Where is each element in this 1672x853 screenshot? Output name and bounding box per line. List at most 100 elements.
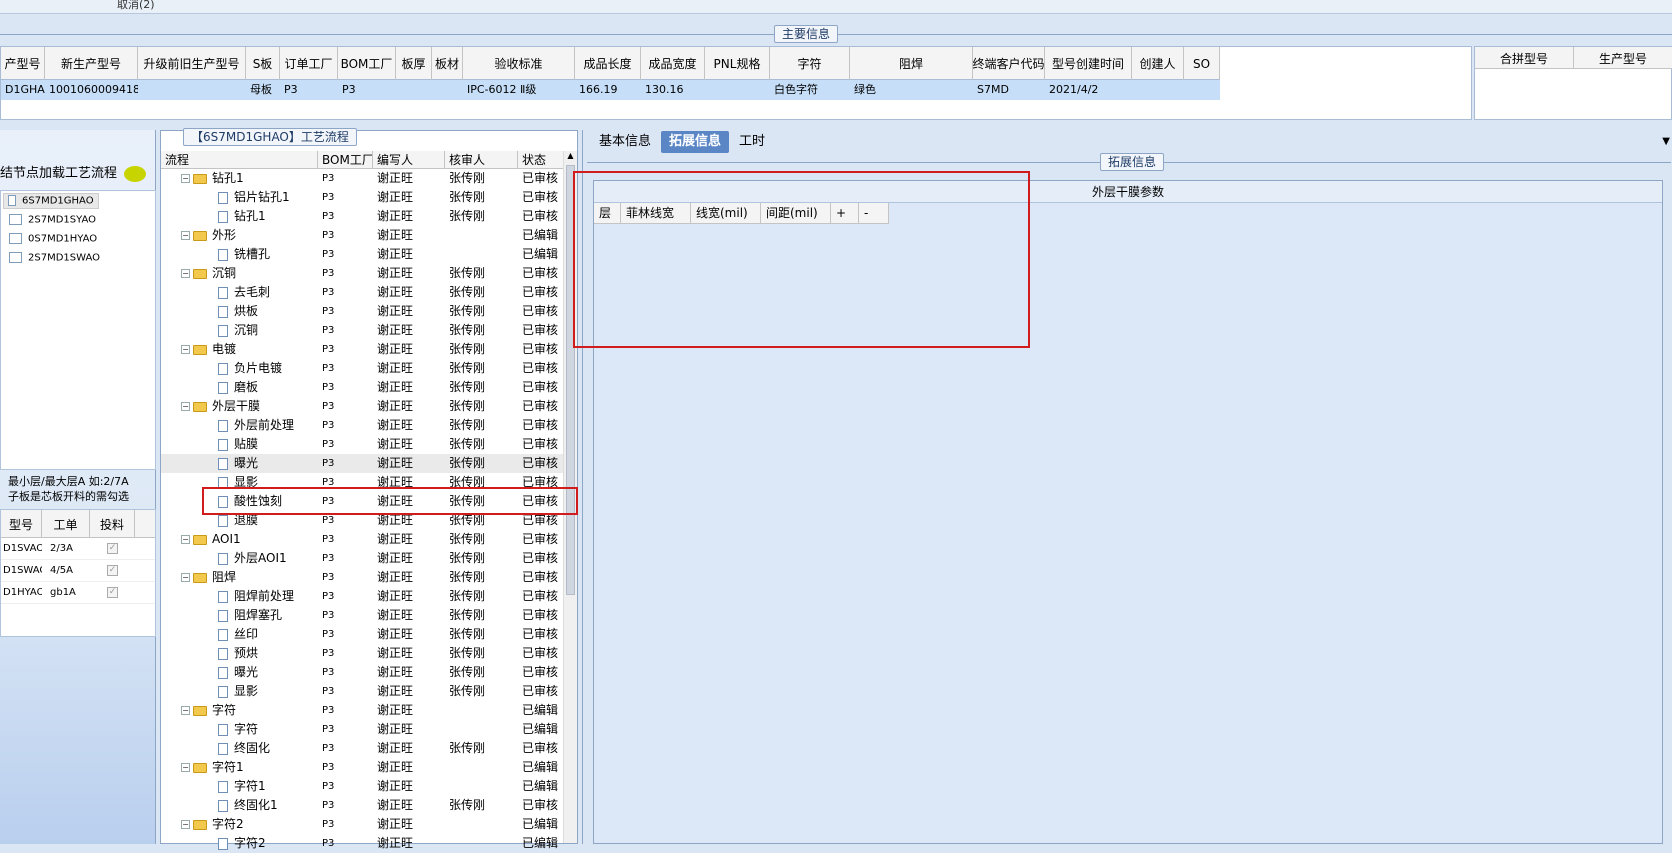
flow-writer-cell: 谢正旺 <box>377 437 414 451</box>
collapse-icon[interactable]: − <box>181 269 190 278</box>
feed-checkbox[interactable]: ✓ <box>107 564 118 576</box>
main-col-3[interactable]: S板 <box>246 47 280 80</box>
main-col-17[interactable]: SO <box>1184 47 1220 80</box>
flow-row[interactable]: 预烘 P3 谢正旺 张传刚 已审核 <box>161 644 577 663</box>
flow-status-cell: 已审核 <box>522 456 559 470</box>
feed-checkbox[interactable]: ✓ <box>107 586 118 598</box>
flow-row[interactable]: − 钻孔1 P3 谢正旺 张传刚 已审核 <box>161 169 577 188</box>
sub-grid-row[interactable]: D1SWAO 4/5A ✓ <box>1 560 155 582</box>
flow-row[interactable]: 丝印 P3 谢正旺 张传刚 已审核 <box>161 625 577 644</box>
tree-checkbox[interactable] <box>9 252 22 263</box>
main-col-10[interactable]: 成品宽度 <box>641 47 705 80</box>
flow-row[interactable]: 显影 P3 谢正旺 张传刚 已审核 <box>161 682 577 701</box>
main-col-1[interactable]: 新生产型号 <box>45 47 138 80</box>
main-info-data-row[interactable]: D1GHAO 10010600094183 母板 P3 P3 IPC-6012 Ⅱ级 166… <box>1 80 1220 100</box>
flow-row[interactable]: 曝光 P3 谢正旺 张传刚 已审核 <box>161 454 577 473</box>
tab-work-hours[interactable]: 工时 <box>731 131 773 153</box>
tree-checkbox[interactable] <box>9 214 22 225</box>
flow-row[interactable]: 负片电镀 P3 谢正旺 张传刚 已审核 <box>161 359 577 378</box>
flow-row[interactable]: 烘板 P3 谢正旺 张传刚 已审核 <box>161 302 577 321</box>
tab-dropdown-arrow-icon[interactable]: ▼ <box>1662 136 1670 147</box>
flow-row[interactable]: − 字符1 P3 谢正旺 已编辑 <box>161 758 577 777</box>
flow-process-cell: 显影 <box>161 682 318 701</box>
flow-row[interactable]: − 字符 P3 谢正旺 已编辑 <box>161 701 577 720</box>
flow-process-label: 去毛刺 <box>234 285 271 299</box>
feed-checkbox[interactable]: ✓ <box>107 542 118 554</box>
sub-grid-col-order[interactable]: 工单 <box>42 510 90 538</box>
flow-row[interactable]: − 阻焊 P3 谢正旺 张传刚 已审核 <box>161 568 577 587</box>
file-icon <box>218 457 228 470</box>
tab-basic-info[interactable]: 基本信息 <box>591 131 659 153</box>
flow-row[interactable]: − 电镀 P3 谢正旺 张传刚 已审核 <box>161 340 577 359</box>
tree-node-2[interactable]: 0S7MD1HYAO <box>9 233 97 245</box>
merge-col-production-model[interactable]: 生产型号 <box>1574 47 1672 69</box>
collapse-icon[interactable]: − <box>181 535 190 544</box>
flow-row[interactable]: − 外形 P3 谢正旺 已编辑 <box>161 226 577 245</box>
flow-row[interactable]: 外层前处理 P3 谢正旺 张传刚 已审核 <box>161 416 577 435</box>
merge-col-merged-model[interactable]: 合拼型号 <box>1475 47 1574 69</box>
main-col-6[interactable]: 板厚 <box>396 47 432 80</box>
flow-col-status[interactable]: 状态 <box>518 151 563 169</box>
speech-bubble-icon[interactable] <box>124 166 146 182</box>
flow-reviewer-cell: 张传刚 <box>449 399 486 413</box>
main-col-12[interactable]: 字符 <box>770 47 850 80</box>
sub-grid-col-model[interactable]: 型号 <box>1 510 42 538</box>
flow-row[interactable]: − 字符2 P3 谢正旺 已编辑 <box>161 815 577 834</box>
collapse-icon[interactable]: − <box>181 706 190 715</box>
flow-row[interactable]: 去毛刺 P3 谢正旺 张传刚 已审核 <box>161 283 577 302</box>
sub-grid-row[interactable]: D1HYAO gb1A ✓ <box>1 582 155 604</box>
collapse-icon[interactable]: − <box>181 174 190 183</box>
collapse-icon[interactable]: − <box>181 820 190 829</box>
main-col-2[interactable]: 升级前旧生产型号 <box>138 47 246 80</box>
tree-checkbox[interactable] <box>9 233 22 244</box>
tree-node-3[interactable]: 2S7MD1SWAO <box>9 252 100 264</box>
flow-row[interactable]: 磨板 P3 谢正旺 张传刚 已审核 <box>161 378 577 397</box>
flow-row[interactable]: 外层AOI1 P3 谢正旺 张传刚 已审核 <box>161 549 577 568</box>
flow-row[interactable]: − 沉铜 P3 谢正旺 张传刚 已审核 <box>161 264 577 283</box>
collapse-icon[interactable]: − <box>181 231 190 240</box>
tab-extended-info[interactable]: 拓展信息 <box>661 131 730 153</box>
main-col-7[interactable]: 板材 <box>432 47 463 80</box>
sub-grid-row[interactable]: D1SVAO 2/3A ✓ <box>1 538 155 560</box>
flow-col-writer[interactable]: 编写人 <box>373 151 445 169</box>
main-col-11[interactable]: PNL规格 <box>705 47 770 80</box>
flow-row[interactable]: 曝光 P3 谢正旺 张传刚 已审核 <box>161 663 577 682</box>
flow-row[interactable]: 铣槽孔 P3 谢正旺 已编辑 <box>161 245 577 264</box>
flow-row[interactable]: 钻孔1 P3 谢正旺 张传刚 已审核 <box>161 207 577 226</box>
flow-col-bom[interactable]: BOM工厂 <box>318 151 373 169</box>
flow-reviewer-cell: 张传刚 <box>449 285 486 299</box>
flow-row[interactable]: 字符 P3 谢正旺 已编辑 <box>161 720 577 739</box>
scroll-up-arrow-icon[interactable]: ▲ <box>566 151 575 163</box>
flow-row[interactable]: 阻焊塞孔 P3 谢正旺 张传刚 已审核 <box>161 606 577 625</box>
flow-row[interactable]: − AOI1 P3 谢正旺 张传刚 已审核 <box>161 530 577 549</box>
collapse-icon[interactable]: − <box>181 345 190 354</box>
flow-row[interactable]: 铝片钻孔1 P3 谢正旺 张传刚 已审核 <box>161 188 577 207</box>
main-col-13[interactable]: 阻焊 <box>850 47 973 80</box>
sub-grid-col-feed[interactable]: 投料 <box>90 510 135 538</box>
tree-checkbox[interactable] <box>8 195 16 206</box>
main-col-16[interactable]: 创建人 <box>1132 47 1184 80</box>
tree-node-1[interactable]: 2S7MD1SYAO <box>9 214 96 226</box>
flow-row[interactable]: 沉铜 P3 谢正旺 张传刚 已审核 <box>161 321 577 340</box>
collapse-icon[interactable]: − <box>181 573 190 582</box>
main-col-8[interactable]: 验收标准 <box>463 47 575 80</box>
collapse-icon[interactable]: − <box>181 402 190 411</box>
main-col-9[interactable]: 成品长度 <box>575 47 641 80</box>
flow-row[interactable]: 终固化1 P3 谢正旺 张传刚 已审核 <box>161 796 577 815</box>
main-col-4[interactable]: 订单工厂 <box>280 47 338 80</box>
collapse-icon[interactable]: − <box>181 763 190 772</box>
flow-row[interactable]: 阻焊前处理 P3 谢正旺 张传刚 已审核 <box>161 587 577 606</box>
main-col-0[interactable]: 产型号 <box>1 47 45 80</box>
flow-col-reviewer[interactable]: 核审人 <box>445 151 518 169</box>
flow-process-cell: − 沉铜 <box>161 264 318 283</box>
flow-row[interactable]: 贴膜 P3 谢正旺 张传刚 已审核 <box>161 435 577 454</box>
main-col-5[interactable]: BOM工厂 <box>338 47 396 80</box>
main-cell-14: S7MD <box>977 83 1009 96</box>
tree-node-root[interactable]: 6S7MD1GHAO <box>3 193 99 209</box>
flow-row[interactable]: 终固化 P3 谢正旺 张传刚 已审核 <box>161 739 577 758</box>
flow-col-process[interactable]: 流程 <box>161 151 318 169</box>
flow-row[interactable]: 字符1 P3 谢正旺 已编辑 <box>161 777 577 796</box>
main-col-14[interactable]: 终端客户代码 <box>973 47 1045 80</box>
main-col-15[interactable]: 型号创建时间 <box>1045 47 1132 80</box>
flow-row[interactable]: − 外层干膜 P3 谢正旺 张传刚 已审核 <box>161 397 577 416</box>
